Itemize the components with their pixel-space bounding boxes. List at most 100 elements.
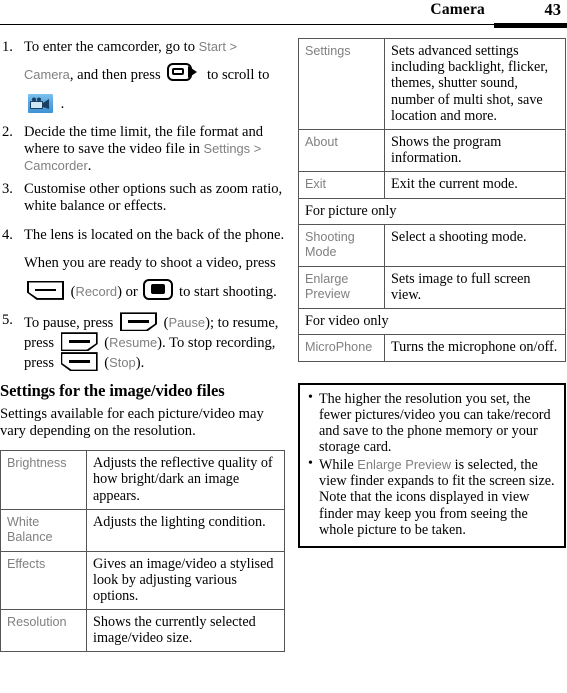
setting-name-cell: White Balance [0, 508, 87, 552]
setting-description-cell: Adjusts the reflective quality of how br… [86, 450, 285, 510]
table-row: Exit Exit the current mode. [298, 171, 566, 199]
table-row: Settings Sets advanced settings including… [298, 38, 566, 130]
setting-name-cell: Resolution [0, 609, 87, 653]
step-number: 5. [2, 312, 13, 329]
body-text: ). [135, 355, 145, 372]
ui-term: Resume [109, 335, 158, 351]
right-soft-key-icon [120, 312, 158, 332]
body-text: . [57, 95, 65, 112]
option-description-cell: Sets image to full screen view. [384, 265, 566, 309]
option-description-cell: Sets advanced settings including backlig… [384, 38, 566, 130]
body-text: The lens is located on the back of the p… [24, 226, 285, 272]
table-row: White Balance Adjusts the lighting condit… [0, 508, 285, 552]
enter-key-icon [143, 278, 174, 300]
body-text: ( [100, 335, 110, 352]
option-description-cell: Select a shooting mode. [384, 223, 566, 267]
step-item: 1. To enter the camcorder, go to Start > … [0, 33, 285, 118]
setting-name-cell: Effects [0, 550, 87, 611]
body-text: The higher the resolution you set, the f… [319, 390, 551, 456]
body-text: to scroll to [203, 67, 270, 84]
note-box: • The higher the resolution you set, the … [298, 382, 566, 549]
section-heading: Settings for the image/video files [0, 381, 225, 401]
body-text: to start shooting. [175, 283, 277, 300]
page-number: 43 [544, 0, 562, 19]
ui-term: Start [198, 39, 226, 54]
header-accent-bar [494, 23, 567, 28]
body-text: Customise other options such as zoom rat… [24, 181, 283, 215]
left-soft-key-icon [60, 352, 98, 372]
nav-right-key-icon [167, 63, 200, 83]
option-name-cell: Enlarge Preview [298, 265, 385, 309]
left-column: 1. To enter the camcorder, go to Start > … [0, 33, 285, 653]
ui-term: Record [75, 283, 118, 299]
step-number: 4. [2, 226, 13, 243]
step-text: The lens is located on the back of the p… [24, 227, 284, 300]
left-soft-key-icon [27, 280, 64, 300]
option-name-cell: Settings [298, 38, 385, 130]
ui-separator: > [225, 39, 238, 54]
step-item: 4. The lens is located on the back of the… [0, 221, 285, 306]
table-row: Resolution Shows the currently selected i… [0, 609, 285, 653]
ui-term: Settings [203, 141, 251, 157]
ui-term: Camcorder [24, 158, 88, 174]
setting-description-cell: Gives an image/video a stylised look by … [86, 550, 285, 611]
table-row: MicroPhone Turns the microphone on/off. [298, 334, 566, 362]
image-video-settings-table: Brightness Adjusts the reflective quality… [0, 450, 285, 653]
option-name-cell: MicroPhone [298, 334, 385, 362]
ui-term: Enlarge Preview [357, 456, 452, 472]
body-text: ) or [117, 283, 142, 300]
table-row: Brightness Adjusts the reflective quality… [0, 450, 285, 510]
body-text: While [319, 456, 358, 473]
option-name-cell: About [298, 128, 385, 173]
step-number: 3. [2, 181, 13, 198]
body-text: ( [67, 283, 76, 300]
body-text: . [87, 158, 92, 175]
body-text: ( [100, 355, 110, 372]
option-description-cell: Shows the program information. [384, 128, 566, 173]
option-description-cell: Exit the current mode. [384, 171, 566, 199]
note-text: The higher the resolution you set, the f… [319, 391, 551, 456]
body-text: ( [160, 315, 169, 332]
right-column: Settings Sets advanced settings including… [298, 38, 566, 549]
note-list-item: • While Enlarge Preview is selected, the … [306, 455, 556, 539]
step-text: To pause, press (Pause); to resume, pres… [24, 312, 278, 372]
section-paragraph: Settings available for each picture/vide… [0, 406, 264, 440]
camera-options-table: Settings Sets advanced settings including… [298, 38, 566, 362]
ui-term: Stop [109, 355, 136, 371]
option-name-cell: Shooting Mode [298, 223, 385, 267]
table-row: Shooting Mode Select a shooting mode. [298, 223, 566, 267]
right-soft-key-icon [60, 332, 98, 352]
numbered-steps-list: 1. To enter the camcorder, go to Start > … [0, 33, 285, 372]
bullet-icon: • [308, 455, 313, 471]
body-text: , and then press [69, 67, 165, 84]
step-item: 2. Decide the time limit, the file format… [0, 124, 285, 175]
setting-name-cell: Brightness [0, 450, 87, 510]
note-text: While Enlarge Preview is selected, the v… [319, 457, 555, 538]
step-item: 5. To pause, press (Pause); to resume, pr… [0, 312, 285, 372]
table-row: Enlarge Preview Sets image to full screen… [298, 265, 566, 309]
page-title: Camera [430, 1, 485, 18]
step-number: 2. [2, 124, 13, 141]
setting-description-cell: Shows the currently selected image/video… [86, 609, 285, 653]
section-label-cell: For video only [298, 307, 566, 336]
section-label-cell: For picture only [298, 197, 566, 225]
table-section-row: For video only [298, 307, 566, 336]
ui-term: Camera [24, 67, 70, 83]
step-text: Customise other options such as zoom rat… [24, 181, 282, 214]
ui-term: Pause [168, 315, 206, 331]
ui-separator: > [250, 141, 262, 157]
page-header: Camera 43 [0, 0, 567, 30]
table-row: Effects Gives an image/video a stylised l… [0, 550, 285, 611]
body-text: To enter the camcorder, go to [24, 39, 199, 55]
body-text: To pause, press [24, 315, 118, 332]
option-name-cell: Exit [298, 171, 385, 199]
step-number: 1. [2, 39, 13, 55]
table-row: About Shows the program information. [298, 128, 566, 173]
header-rule [0, 24, 567, 26]
step-text: To enter the camcorder, go to Start > Ca… [24, 39, 270, 113]
note-list-item: • The higher the resolution you set, the … [306, 389, 556, 456]
setting-description-cell: Adjusts the lighting condition. [86, 508, 285, 552]
step-text: Decide the time limit, the file format a… [24, 124, 263, 174]
bullet-icon: • [308, 389, 313, 405]
table-section-row: For picture only [298, 197, 566, 225]
